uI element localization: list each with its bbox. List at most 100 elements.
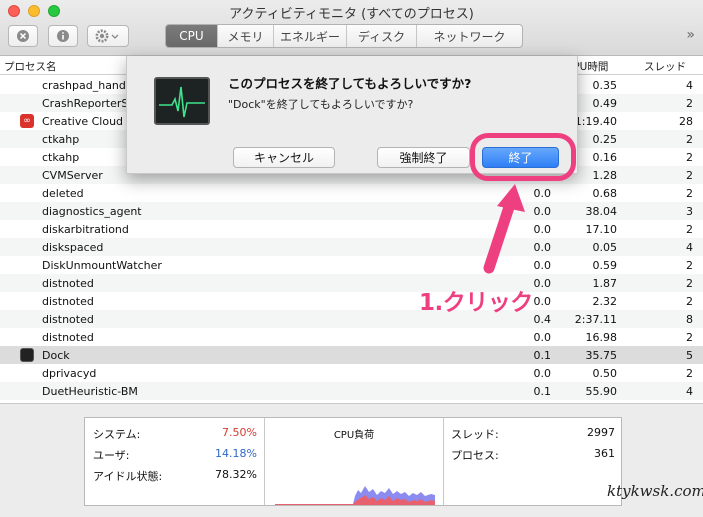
process-name-cell: diskspaced <box>42 241 104 254</box>
table-row[interactable]: distnoted 0.4 2:37.11 8 <box>0 310 703 328</box>
threads-cell: 2 <box>686 367 693 380</box>
process-name-cell: ctkahp <box>42 133 80 146</box>
cpu-percent-cell: 0.0 <box>533 331 552 344</box>
threads-cell: 4 <box>686 79 693 92</box>
threads-value: 2997 <box>587 426 615 439</box>
process-name-cell: distnoted <box>42 295 94 308</box>
cpu-load-title: CPU負荷 <box>333 430 375 441</box>
cpu-time-cell: 1.87 <box>592 277 618 290</box>
force-quit-button[interactable]: 強制終了 <box>377 147 470 168</box>
threads-cell: 3 <box>686 205 693 218</box>
highlight-ring <box>470 133 576 181</box>
threads-cell: 8 <box>686 313 693 326</box>
stop-process-button[interactable] <box>8 25 38 47</box>
column-header-threads[interactable]: スレッド <box>644 59 686 74</box>
cpu-time-cell: 0.16 <box>592 151 618 164</box>
threads-cell: 2 <box>686 223 693 236</box>
table-row[interactable]: dprivacyd 0.0 0.50 2 <box>0 364 703 382</box>
dialog-message: "Dock"を終了してもよろしいですか? <box>228 98 414 111</box>
creative-cloud-icon: ∞ <box>20 114 34 128</box>
threads-cell: 2 <box>686 277 693 290</box>
cpu-time-cell: 0.05 <box>592 241 618 254</box>
cpu-load-graph <box>275 486 435 505</box>
gear-icon <box>95 29 119 43</box>
cpu-time-cell: 0.25 <box>592 133 618 146</box>
activity-monitor-icon <box>154 77 210 125</box>
cpu-time-cell: 0.50 <box>592 367 618 380</box>
cpu-percent-cell: 0.1 <box>533 349 552 362</box>
window-title: アクティビティモニタ (すべてのプロセス) <box>229 7 474 22</box>
threads-cell: 2 <box>686 331 693 344</box>
info-icon <box>57 30 69 42</box>
cpu-percent-cell: 0.0 <box>533 367 552 380</box>
table-row[interactable]: diskspaced 0.0 0.05 4 <box>0 238 703 256</box>
cpu-summary-panel: システム: 7.50% ユーザ: 14.18% アイドル状態: 78.32% C… <box>0 403 703 517</box>
cpu-time-cell: 55.90 <box>585 385 618 398</box>
table-row[interactable]: DiskUnmountWatcher 0.0 0.59 2 <box>0 256 703 274</box>
processes-value: 361 <box>594 447 615 460</box>
user-value: 14.18% <box>215 447 257 460</box>
tab-memory[interactable]: メモリ <box>218 25 274 47</box>
cpu-time-cell: 2.32 <box>592 295 618 308</box>
tab-cpu[interactable]: CPU <box>166 25 218 47</box>
cpu-time-cell: 0.59 <box>592 259 618 272</box>
action-menu-button[interactable] <box>87 25 129 47</box>
threads-cell: 2 <box>686 97 693 110</box>
threads-cell: 2 <box>686 295 693 308</box>
cpu-time-cell: 1.28 <box>592 169 618 182</box>
process-name-cell: ctkahp <box>42 151 80 164</box>
tab-disk[interactable]: ディスク <box>347 25 417 47</box>
cpu-time-cell: 35.75 <box>585 349 618 362</box>
process-name-cell: distnoted <box>42 277 94 290</box>
stop-icon <box>17 30 29 42</box>
table-row[interactable]: distnoted 0.0 16.98 2 <box>0 328 703 346</box>
threads-cell: 5 <box>686 349 693 362</box>
tab-network[interactable]: ネットワーク <box>417 25 522 47</box>
table-row[interactable]: diskarbitrationd 0.0 17.10 2 <box>0 220 703 238</box>
threads-cell: 2 <box>686 169 693 182</box>
divider <box>443 418 444 505</box>
cpu-time-cell: 0.68 <box>592 187 618 200</box>
process-name-cell: deleted <box>42 187 84 200</box>
dock-icon <box>20 348 34 362</box>
step-annotation: 1.クリック <box>419 290 533 316</box>
threads-cell: 2 <box>686 151 693 164</box>
idle-value: 78.32% <box>215 468 257 481</box>
dialog-title: このプロセスを終了してもよろしいですか? <box>228 76 472 91</box>
cpu-time-cell: 2:37.11 <box>574 313 617 326</box>
process-name-cell: Dock <box>42 349 70 362</box>
process-name-cell: DiskUnmountWatcher <box>42 259 162 272</box>
process-name-cell: CVMServer <box>42 169 103 182</box>
cpu-stats-box: システム: 7.50% ユーザ: 14.18% アイドル状態: 78.32% C… <box>84 417 622 506</box>
inspect-process-button[interactable] <box>48 25 78 47</box>
cpu-time-cell: 38.04 <box>585 205 618 218</box>
site-watermark: ktykwsk.com <box>607 482 703 500</box>
system-value: 7.50% <box>222 426 257 439</box>
process-name-cell: distnoted <box>42 313 94 326</box>
threads-cell: 4 <box>686 385 693 398</box>
threads-cell: 4 <box>686 241 693 254</box>
table-row[interactable]: deleted 0.0 0.68 2 <box>0 184 703 202</box>
table-row[interactable]: distnoted 0.0 1.87 2 <box>0 274 703 292</box>
column-header-process-name[interactable]: プロセス名 <box>4 59 57 74</box>
cancel-button[interactable]: キャンセル <box>233 147 335 168</box>
table-row[interactable]: DuetHeuristic-BM 0.1 55.90 4 <box>0 382 703 400</box>
cpu-percent-cell: 0.1 <box>533 385 552 398</box>
process-name-cell: CrashReporterS <box>42 97 129 110</box>
cpu-percent-cell: 0.0 <box>533 295 552 308</box>
threads-cell: 28 <box>679 115 693 128</box>
category-tabs: CPU メモリ エネルギー ディスク ネットワーク <box>165 24 523 48</box>
table-row[interactable]: diagnostics_agent 0.0 38.04 3 <box>0 202 703 220</box>
threads-cell: 2 <box>686 259 693 272</box>
table-row[interactable]: Dock 0.1 35.75 5 <box>0 346 703 364</box>
table-row[interactable]: distnoted 0.0 2.32 2 <box>0 292 703 310</box>
cpu-time-cell: 0.35 <box>592 79 618 92</box>
tab-energy[interactable]: エネルギー <box>274 25 347 47</box>
toolbar-overflow-icon[interactable]: » <box>686 27 695 43</box>
process-name-cell: crashpad_handl <box>42 79 129 92</box>
cpu-time-cell: 0.49 <box>592 97 618 110</box>
cpu-time-cell: 17.10 <box>585 223 618 236</box>
process-name-cell: dprivacyd <box>42 367 97 380</box>
process-name-cell: distnoted <box>42 331 94 344</box>
pointer-arrow-icon <box>483 184 525 274</box>
